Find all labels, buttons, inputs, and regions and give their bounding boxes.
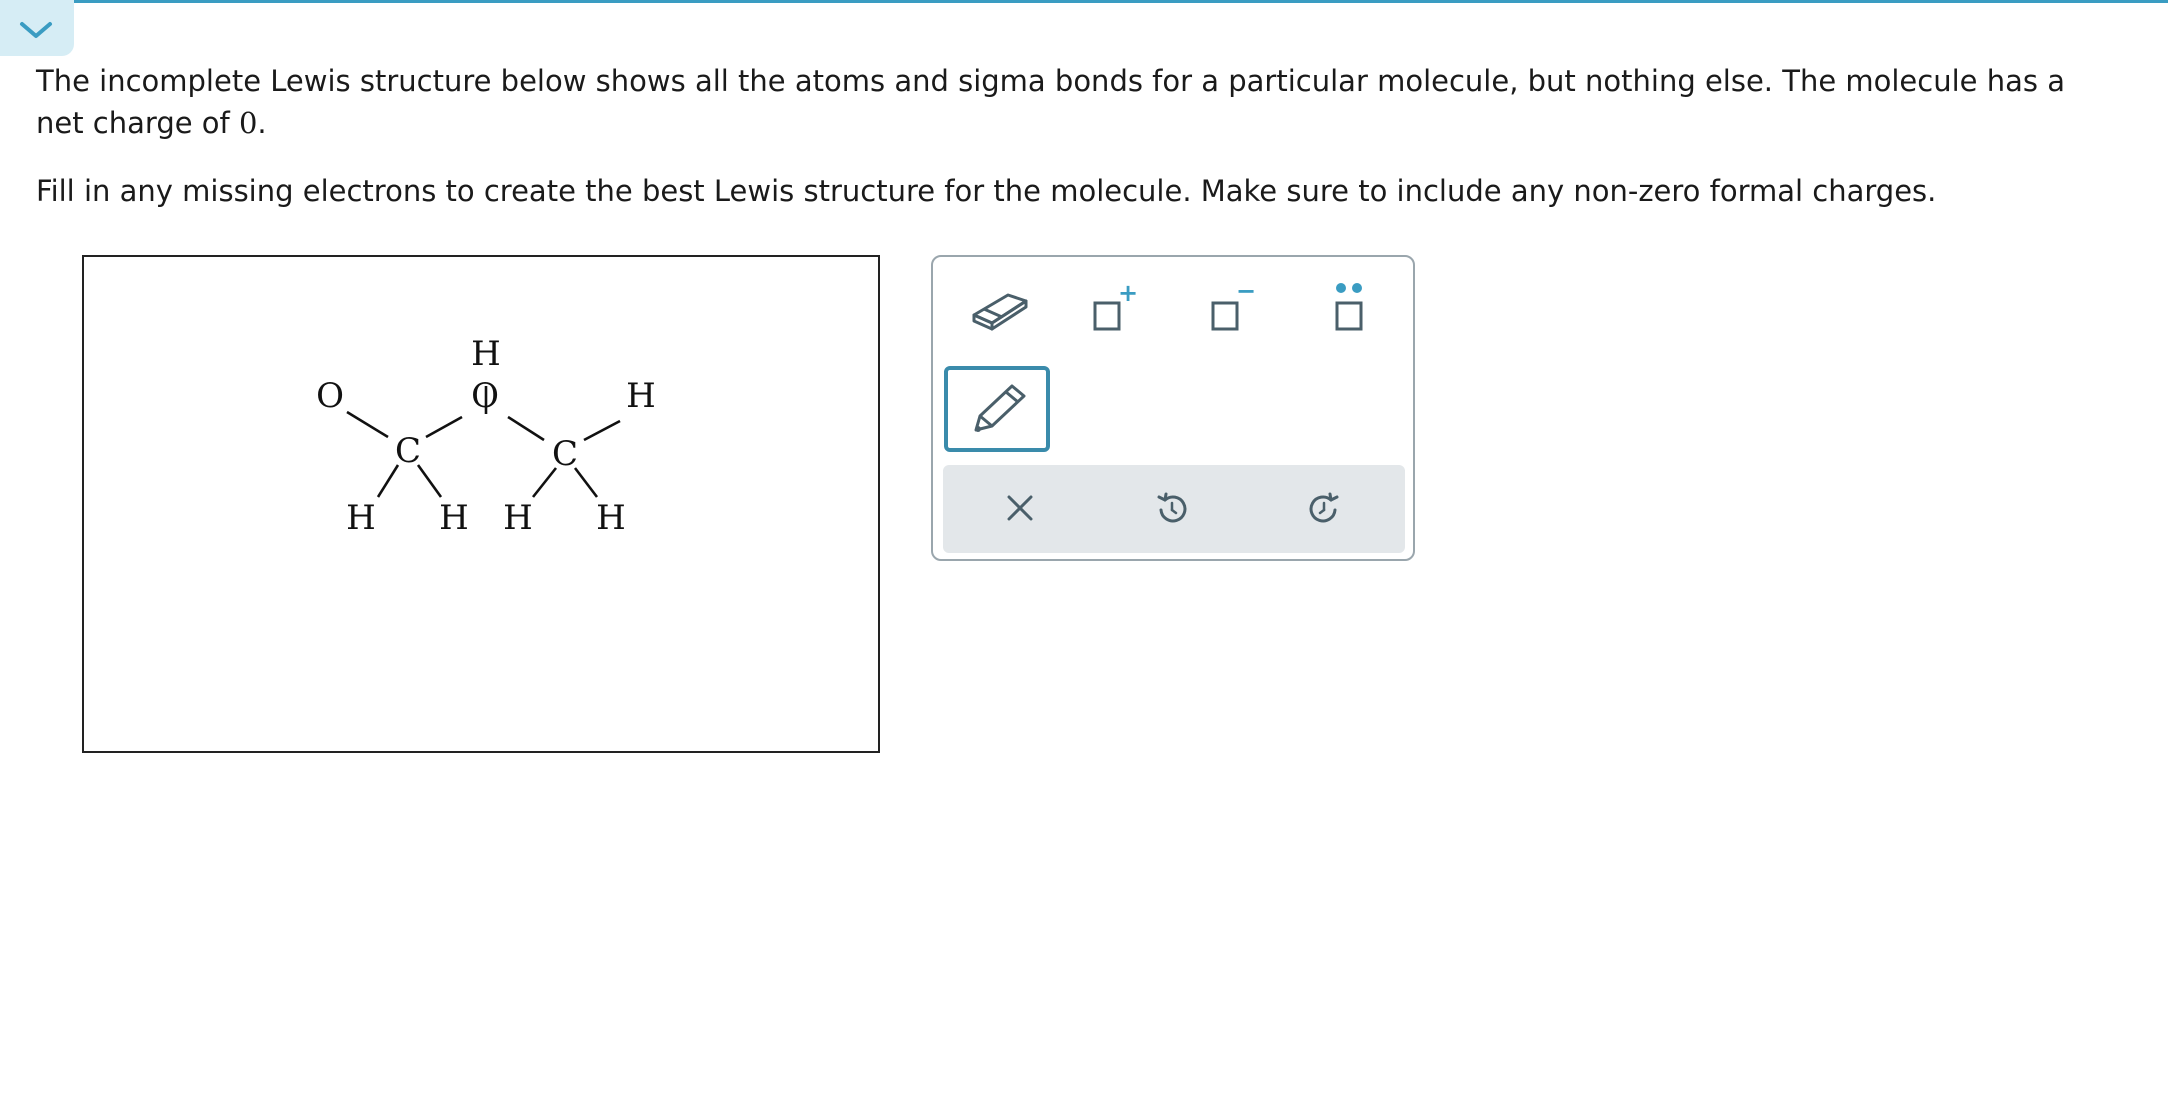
bond-c-right-h4 — [573, 467, 599, 498]
negative-charge-icon: − — [1211, 281, 1256, 331]
atom-o-left[interactable]: O — [316, 376, 344, 416]
top-accent-rule — [0, 0, 2168, 3]
redo-icon — [1309, 492, 1339, 523]
pencil-button[interactable] — [944, 366, 1050, 452]
atom-h-right[interactable]: H — [626, 376, 656, 416]
atom-h-top[interactable]: H — [471, 334, 501, 374]
pencil-icon — [974, 384, 1026, 432]
question-instructions: Fill in any missing electrons to create … — [36, 174, 1937, 208]
lewis-structure-canvas[interactable]: O C O H C H H H H H — [82, 255, 880, 753]
atom-c-right[interactable]: C — [552, 434, 578, 474]
bond-o-left-c-left — [346, 410, 389, 439]
clear-icon — [1007, 495, 1033, 521]
lone-pair-button[interactable] — [1325, 279, 1373, 337]
svg-text:−: − — [1236, 281, 1256, 305]
bond-c-left-o-mid — [425, 415, 463, 439]
question-prompt: The incomplete Lewis structure below sho… — [36, 60, 2116, 144]
atom-h1[interactable]: H — [346, 498, 376, 538]
net-charge-value: 0 — [238, 106, 258, 140]
drawing-toolbar: + − — [931, 255, 1415, 561]
atom-o-mid[interactable]: O — [471, 376, 499, 416]
collapse-toggle[interactable] — [0, 0, 74, 56]
prompt-period: . — [257, 106, 267, 140]
bond-c-right-h-right — [583, 419, 621, 442]
positive-charge-button[interactable]: + — [1087, 281, 1143, 337]
atom-h3[interactable]: H — [503, 498, 533, 538]
bond-o-mid-c-right — [507, 415, 545, 442]
undo-icon — [1157, 492, 1187, 523]
lone-pair-icon — [1335, 283, 1363, 331]
redo-button[interactable] — [1307, 491, 1341, 529]
eraser-button[interactable] — [968, 285, 1032, 333]
undo-button[interactable] — [1155, 491, 1189, 529]
prompt-text: The incomplete Lewis structure below sho… — [36, 64, 2065, 140]
svg-text:+: + — [1118, 281, 1138, 307]
bond-c-left-h2 — [416, 464, 443, 498]
action-bar — [943, 465, 1405, 553]
atom-c-left[interactable]: C — [395, 431, 421, 471]
clear-button[interactable] — [1003, 491, 1037, 529]
chevron-down-icon — [20, 22, 52, 38]
atom-h4[interactable]: H — [596, 498, 626, 538]
negative-charge-button[interactable]: − — [1205, 281, 1261, 337]
atom-h2[interactable]: H — [439, 498, 469, 538]
positive-charge-icon: + — [1093, 281, 1138, 331]
eraser-icon — [972, 293, 1028, 331]
